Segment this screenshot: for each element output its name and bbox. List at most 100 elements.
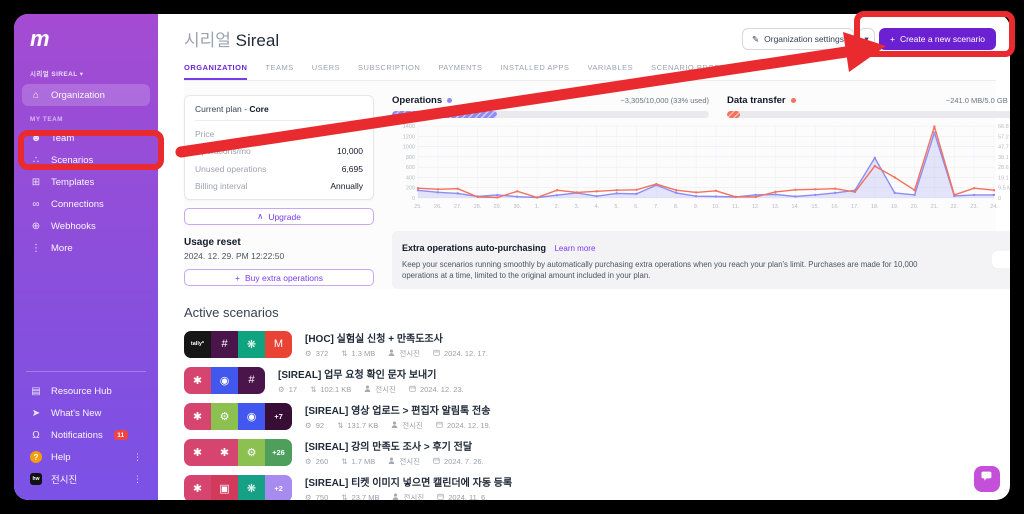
owner-name: 전시진 [403,492,425,500]
learn-more-link[interactable]: Learn more [554,244,595,253]
operations-label: Operations [392,95,443,106]
owner-name: 전시진 [402,420,423,430]
scenario-app-icons: ✱ ⚙ ◉ +7 [184,402,292,430]
scenario-app-icons: ✱ ◉ # [184,366,265,394]
svg-text:10.: 10. [712,204,720,210]
tab-organization[interactable]: ORGANIZATION [184,63,248,80]
sidebar-item-webhooks[interactable]: ⊕ Webhooks [22,215,150,237]
sidebar-item-label: Notifications [51,429,103,441]
active-scenarios-heading: Active scenarios [184,304,279,320]
sidebar-item-label: Connections [51,198,104,210]
svg-text:400: 400 [406,175,415,181]
sidebar-item-more[interactable]: ⋮ More [22,237,150,259]
auto-purchase-description: Keep your scenarios running smoothly by … [402,260,918,281]
sidebar-item-notifications[interactable]: Ω Notifications 11 [22,424,150,446]
workspace-switcher[interactable]: 시리얼 SIREAL ▾ [30,68,150,78]
tab-subscription[interactable]: SUBSCRIPTION [358,63,420,80]
sidebar-section-label: MY TEAM [30,116,64,123]
sidebar-item-whats-new[interactable]: ➤ What's New [22,402,150,424]
buy-extra-operations-button[interactable]: + Buy extra operations [184,269,374,286]
calendar-icon [436,421,443,430]
sidebar-item-organization[interactable]: ⌂ Organization [22,84,150,106]
more-apps-badge: +7 [265,402,292,430]
auto-purchase-toggle[interactable]: OFF [992,251,1010,269]
svg-text:28.: 28. [474,204,482,210]
scenario-row[interactable]: tally* # ❋ M [HOC] 실험실 신청 + 만족도조사 ⚙ 372 ⇅ 1.3 MB… [184,330,996,359]
sidebar-item-connections[interactable]: ∞ Connections [22,193,150,215]
operations-count: 372 [315,348,329,358]
data-transfer-icon: ⇅ [341,456,348,466]
operations-count-icon: ⚙ [305,348,312,358]
item-menu-icon[interactable]: ⋮ [133,474,142,485]
tab-teams[interactable]: TEAMS [265,63,293,80]
share-icon: ∴ [32,154,40,166]
data-size: 1.3 MB [351,348,376,358]
scenario-app-icons: ✱ ✱ ⚙ +26 [184,438,292,466]
svg-text:21.: 21. [931,204,939,210]
tab-payments[interactable]: PAYMENTS [438,63,482,80]
scenario-list: tally* # ❋ M [HOC] 실험실 신청 + 만족도조사 ⚙ 372 ⇅ 1.3 MB… [184,330,996,500]
scenario-row[interactable]: ✱ ⚙ ◉ +7 [SIREAL] 영상 업로드 > 편집자 알림톡 전송 ⚙ 92 ⇅ 131… [184,402,996,431]
more-dots-icon: ⋮ [31,242,41,254]
upgrade-label: Upgrade [268,211,301,222]
svg-text:0: 0 [998,196,1001,202]
scenario-info: [HOC] 실험실 신청 + 만족도조사 ⚙ 372 ⇅ 1.3 MB 전시진 2024. … [305,330,488,359]
tab-users[interactable]: USERS [312,63,340,80]
scenario-row[interactable]: ✱ ▣ ❋ +2 [SIREAL] 티켓 이미지 넣으면 캘린더에 자동 등록 ⚙ 750 ⇅… [184,474,996,500]
tab-installed-apps[interactable]: INSTALLED APPS [500,63,569,80]
organization-settings-dropdown[interactable]: ▾ [857,28,875,50]
svg-text:18.: 18. [871,204,879,210]
tab-variables[interactable]: VARIABLES [587,63,633,80]
blue-app-icon: ◉ [211,366,238,394]
chat-button[interactable] [974,466,1000,492]
plan-detail-row: Operations/mo 10,000 [195,146,363,156]
data-size: 131.7 KB [347,420,379,430]
svg-text:3.: 3. [575,204,580,210]
item-menu-icon[interactable]: ⋮ [133,452,142,463]
make-icon: ✱ [184,402,211,430]
calendar-icon [433,349,440,358]
sidebar-item-label: Organization [51,89,105,101]
sidebar-item-team[interactable]: ☻ Team [22,127,150,149]
sidebar-item-profile[interactable]: hw 전시진 ⋮ [22,468,150,490]
data-transfer-icon: ⇅ [341,348,348,358]
svg-text:600: 600 [406,165,415,171]
scenario-date: 2024. 12. 19. [446,420,491,430]
page-title-korean: 시리얼 [184,31,231,50]
plan-detail-label: Price [195,128,215,139]
gear-app-icon: ⚙ [238,438,265,466]
svg-text:1200: 1200 [403,134,415,140]
make-logo[interactable]: m [30,26,150,52]
data-transfer-icon: ⇅ [310,384,317,394]
data-transfer-progress-bar [727,111,1010,118]
plan-detail-label: Billing interval [195,181,248,191]
svg-text:20.: 20. [911,204,919,210]
auto-purchase-title: Extra operations auto-purchasing [402,243,547,253]
sidebar-item-scenarios[interactable]: ∴ Scenarios [22,149,150,171]
create-scenario-button[interactable]: + Create a new scenario [878,28,996,50]
svg-text:11.: 11. [732,204,740,210]
link-icon: ∞ [32,198,40,210]
scenario-app-icons: tally* # ❋ M [184,330,292,358]
svg-text:800: 800 [406,155,415,161]
upgrade-button[interactable]: ∧ Upgrade [184,208,374,225]
calendar-icon [437,493,444,500]
usage-reset-date: 2024. 12. 29. PM 12:22:50 [184,251,285,261]
svg-text:1000: 1000 [403,145,415,151]
gmail-icon: M [265,330,292,358]
owner-icon [364,385,371,394]
scenario-row[interactable]: ✱ ◉ # [SIREAL] 업무 요청 확인 문자 보내기 ⚙ 17 ⇅ 102.1 KB 전… [184,366,996,395]
plus-icon: + [235,272,240,283]
sidebar-item-templates[interactable]: ⊞ Templates [22,171,150,193]
sidebar-item-help[interactable]: ? Help ⋮ [22,446,150,468]
svg-text:66.8 MB: 66.8 MB [998,124,1010,130]
templates-icon: ⊞ [31,176,41,188]
svg-text:29.: 29. [494,204,502,210]
scenario-meta: ⚙ 260 ⇅ 1.7 MB 전시진 2024. 7. 26. [305,456,484,467]
organization-settings-button[interactable]: ✎ Organization settings [742,28,854,50]
plan-detail-label: Operations/mo [195,146,251,156]
divider [26,371,146,372]
sidebar-item-resource-hub[interactable]: ▤ Resource Hub [22,380,150,402]
tab-scenario-properties[interactable]: SCENARIO PROPERTIES [651,63,750,80]
scenario-row[interactable]: ✱ ✱ ⚙ +26 [SIREAL] 강의 만족도 조사 > 후기 전달 ⚙ 260 ⇅ 1.7… [184,438,996,467]
